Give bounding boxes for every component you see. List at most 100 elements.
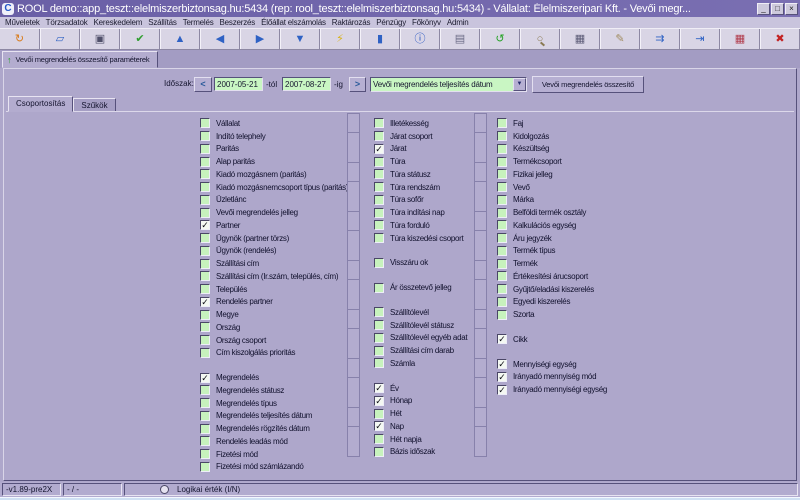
logical-value-radio[interactable] [160,485,169,494]
checkbox[interactable]: ✓ [497,334,507,344]
checkbox[interactable] [374,233,384,243]
checkbox[interactable] [200,462,210,472]
menu-item-6[interactable]: Beszerzés [217,18,259,27]
checkbox[interactable] [374,447,384,457]
checkbox[interactable] [374,208,384,218]
checkbox[interactable] [374,283,384,293]
checkbox[interactable] [200,144,210,154]
checkbox[interactable] [497,310,507,320]
checkbox[interactable]: ✓ [200,220,210,230]
checkbox[interactable] [200,385,210,395]
checkbox[interactable] [200,182,210,192]
checkbox[interactable] [200,208,210,218]
checkbox[interactable] [374,333,384,343]
menu-item-1[interactable]: Műveletek [2,18,43,27]
checkbox[interactable] [497,233,507,243]
checkbox[interactable] [497,182,507,192]
menu-item-10[interactable]: Főkönyv [409,18,444,27]
tab-csoportositas[interactable]: Csoportosítás [8,96,73,112]
checkbox[interactable]: ✓ [497,385,507,395]
checkbox[interactable] [374,258,384,268]
menu-item-7[interactable]: Élőállat elszámolás [258,18,329,27]
checkbox[interactable] [497,131,507,141]
table-delete-button[interactable]: ▦ [720,29,760,49]
menu-item-3[interactable]: Kereskedelem [91,18,146,27]
checkbox[interactable]: ✓ [374,144,384,154]
checkbox[interactable] [374,182,384,192]
period-from-input[interactable] [214,77,263,91]
nav-next-button[interactable]: ▶ [240,29,280,49]
exit-button[interactable]: ✖ [760,29,800,49]
checkbox[interactable] [200,246,210,256]
nav-prev-button[interactable]: ◀ [200,29,240,49]
checkbox[interactable] [374,195,384,205]
checkbox[interactable] [497,246,507,256]
restore-button[interactable]: □ [771,3,784,15]
open-folder-button[interactable]: ▱ [40,29,80,49]
summary-submit-button[interactable]: Vevői megrendelés összesítő [532,76,644,93]
checkbox[interactable] [200,322,210,332]
checkbox[interactable] [200,169,210,179]
checkbox[interactable] [374,320,384,330]
tab-szukok[interactable]: Szűkök [73,98,115,112]
close-button[interactable]: × [785,3,798,15]
checkbox[interactable] [497,297,507,307]
database-button[interactable]: ▮ [360,29,400,49]
info-button[interactable]: ⓘ [400,29,440,49]
menu-item-11[interactable]: Admin [444,18,472,27]
nav-up-button[interactable]: ▲ [160,29,200,49]
checkbox[interactable]: ✓ [374,421,384,431]
date-type-select[interactable]: Vevői megrendelés teljesítés dátum ▼ [370,77,527,92]
checkbox[interactable]: ✓ [497,359,507,369]
menu-item-2[interactable]: Törzsadatok [43,18,91,27]
checkbox[interactable] [374,169,384,179]
checkbox[interactable] [374,220,384,230]
checkbox[interactable] [200,271,210,281]
checkbox[interactable] [200,259,210,269]
checkbox[interactable] [497,284,507,294]
minimize-button[interactable]: _ [757,3,770,15]
checkbox[interactable] [374,118,384,128]
checkbox[interactable]: ✓ [374,383,384,393]
checkbox[interactable] [497,271,507,281]
checkbox[interactable] [497,118,507,128]
checkbox[interactable] [200,233,210,243]
checkbox[interactable] [200,449,210,459]
period-prev-button[interactable]: < [194,77,212,92]
menu-item-4[interactable]: Szállítás [145,18,179,27]
table-rows-button[interactable]: ▦ [560,29,600,49]
menu-item-9[interactable]: Pénzügy [373,18,409,27]
checkbox[interactable] [200,310,210,320]
table-import-button[interactable]: ⇥ [680,29,720,49]
refresh-button[interactable]: ↺ [480,29,520,49]
form-window-button[interactable]: ▤ [440,29,480,49]
checkbox[interactable] [200,436,210,446]
menu-item-5[interactable]: Termelés [180,18,217,27]
period-next-button[interactable]: > [349,77,366,92]
checkbox[interactable] [497,208,507,218]
save-button[interactable]: ▣ [80,29,120,49]
checkbox[interactable] [200,284,210,294]
checkbox[interactable] [374,434,384,444]
checkbox[interactable]: ✓ [497,372,507,382]
checkbox[interactable] [200,424,210,434]
sync-button[interactable]: ↻ [0,29,40,49]
checkbox[interactable] [200,195,210,205]
checkbox[interactable] [200,398,210,408]
checkbox[interactable] [374,409,384,419]
checkbox[interactable] [497,220,507,230]
search-button[interactable]: ○ [520,29,560,49]
checkbox[interactable] [497,144,507,154]
checkbox[interactable] [497,169,507,179]
checkbox[interactable] [374,346,384,356]
menu-item-8[interactable]: Raktározás [329,18,373,27]
table-export-button[interactable]: ⇉ [640,29,680,49]
checkbox[interactable]: ✓ [200,373,210,383]
checkbox[interactable]: ✓ [374,396,384,406]
checkbox[interactable] [497,157,507,167]
checkbox[interactable] [497,195,507,205]
checkbox[interactable] [200,118,210,128]
checkbox[interactable]: ✓ [200,297,210,307]
checkbox[interactable] [200,348,210,358]
checkbox[interactable] [200,131,210,141]
